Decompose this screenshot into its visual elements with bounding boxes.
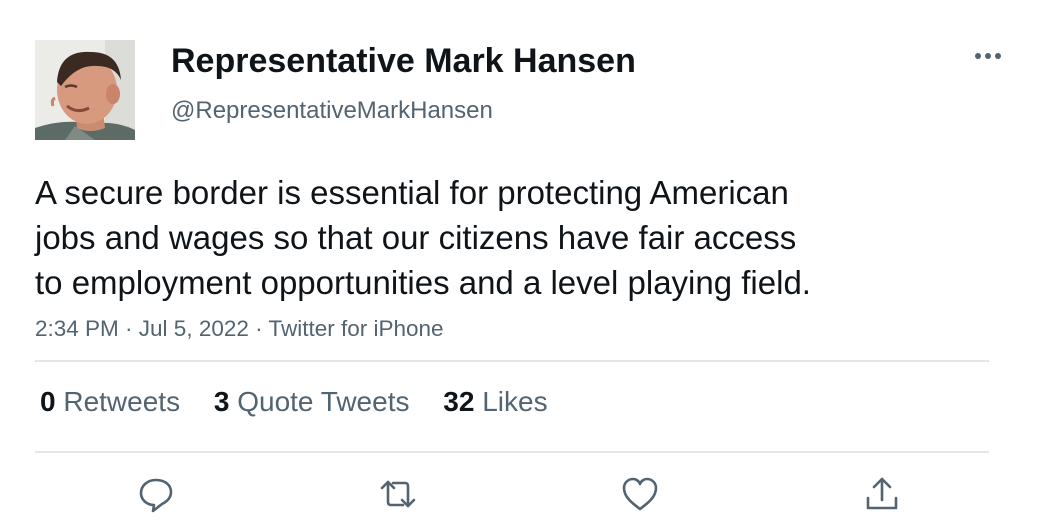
- avatar[interactable]: [35, 40, 135, 140]
- quote-tweets-label: Quote Tweets: [237, 386, 410, 417]
- tweet-text: A secure border is essential for protect…: [35, 170, 935, 305]
- retweets-count: 0: [40, 386, 56, 417]
- tweet-card: Representative Mark Hansen @Representati…: [0, 0, 1050, 525]
- tweet-text-line: A secure border is essential for protect…: [35, 174, 789, 211]
- retweets-stat[interactable]: 0 Retweets: [40, 386, 180, 418]
- likes-label: Likes: [482, 386, 548, 417]
- like-button[interactable]: [620, 474, 660, 514]
- author-handle[interactable]: @RepresentativeMarkHansen: [171, 97, 493, 125]
- divider: [35, 451, 989, 453]
- tweet-text-line: to employment opportunities and a level …: [35, 264, 811, 301]
- reply-icon: [139, 478, 173, 513]
- retweet-button[interactable]: [378, 474, 418, 514]
- share-icon: [866, 477, 898, 510]
- more-options-button[interactable]: [968, 44, 1008, 68]
- divider: [35, 360, 989, 362]
- heart-icon: [622, 477, 658, 511]
- share-button[interactable]: [862, 474, 902, 514]
- likes-stat[interactable]: 32 Likes: [443, 386, 547, 418]
- author-display-name[interactable]: Representative Mark Hansen: [171, 42, 636, 81]
- more-horizontal-icon: [975, 53, 1001, 59]
- engagement-stats: 0 Retweets 3 Quote Tweets 32 Likes: [40, 386, 574, 418]
- reply-button[interactable]: [136, 474, 176, 514]
- retweets-label: Retweets: [63, 386, 181, 417]
- quote-tweets-stat[interactable]: 3 Quote Tweets: [214, 386, 410, 418]
- retweet-icon: [380, 480, 416, 508]
- avatar-photo: [35, 40, 135, 140]
- quote-tweets-count: 3: [213, 386, 230, 417]
- likes-count: 32: [443, 386, 475, 417]
- tweet-text-line: jobs and wages so that our citizens have…: [35, 219, 797, 256]
- tweet-timestamp-source[interactable]: 2:34 PM · Jul 5, 2022 · Twitter for iPho…: [35, 316, 444, 342]
